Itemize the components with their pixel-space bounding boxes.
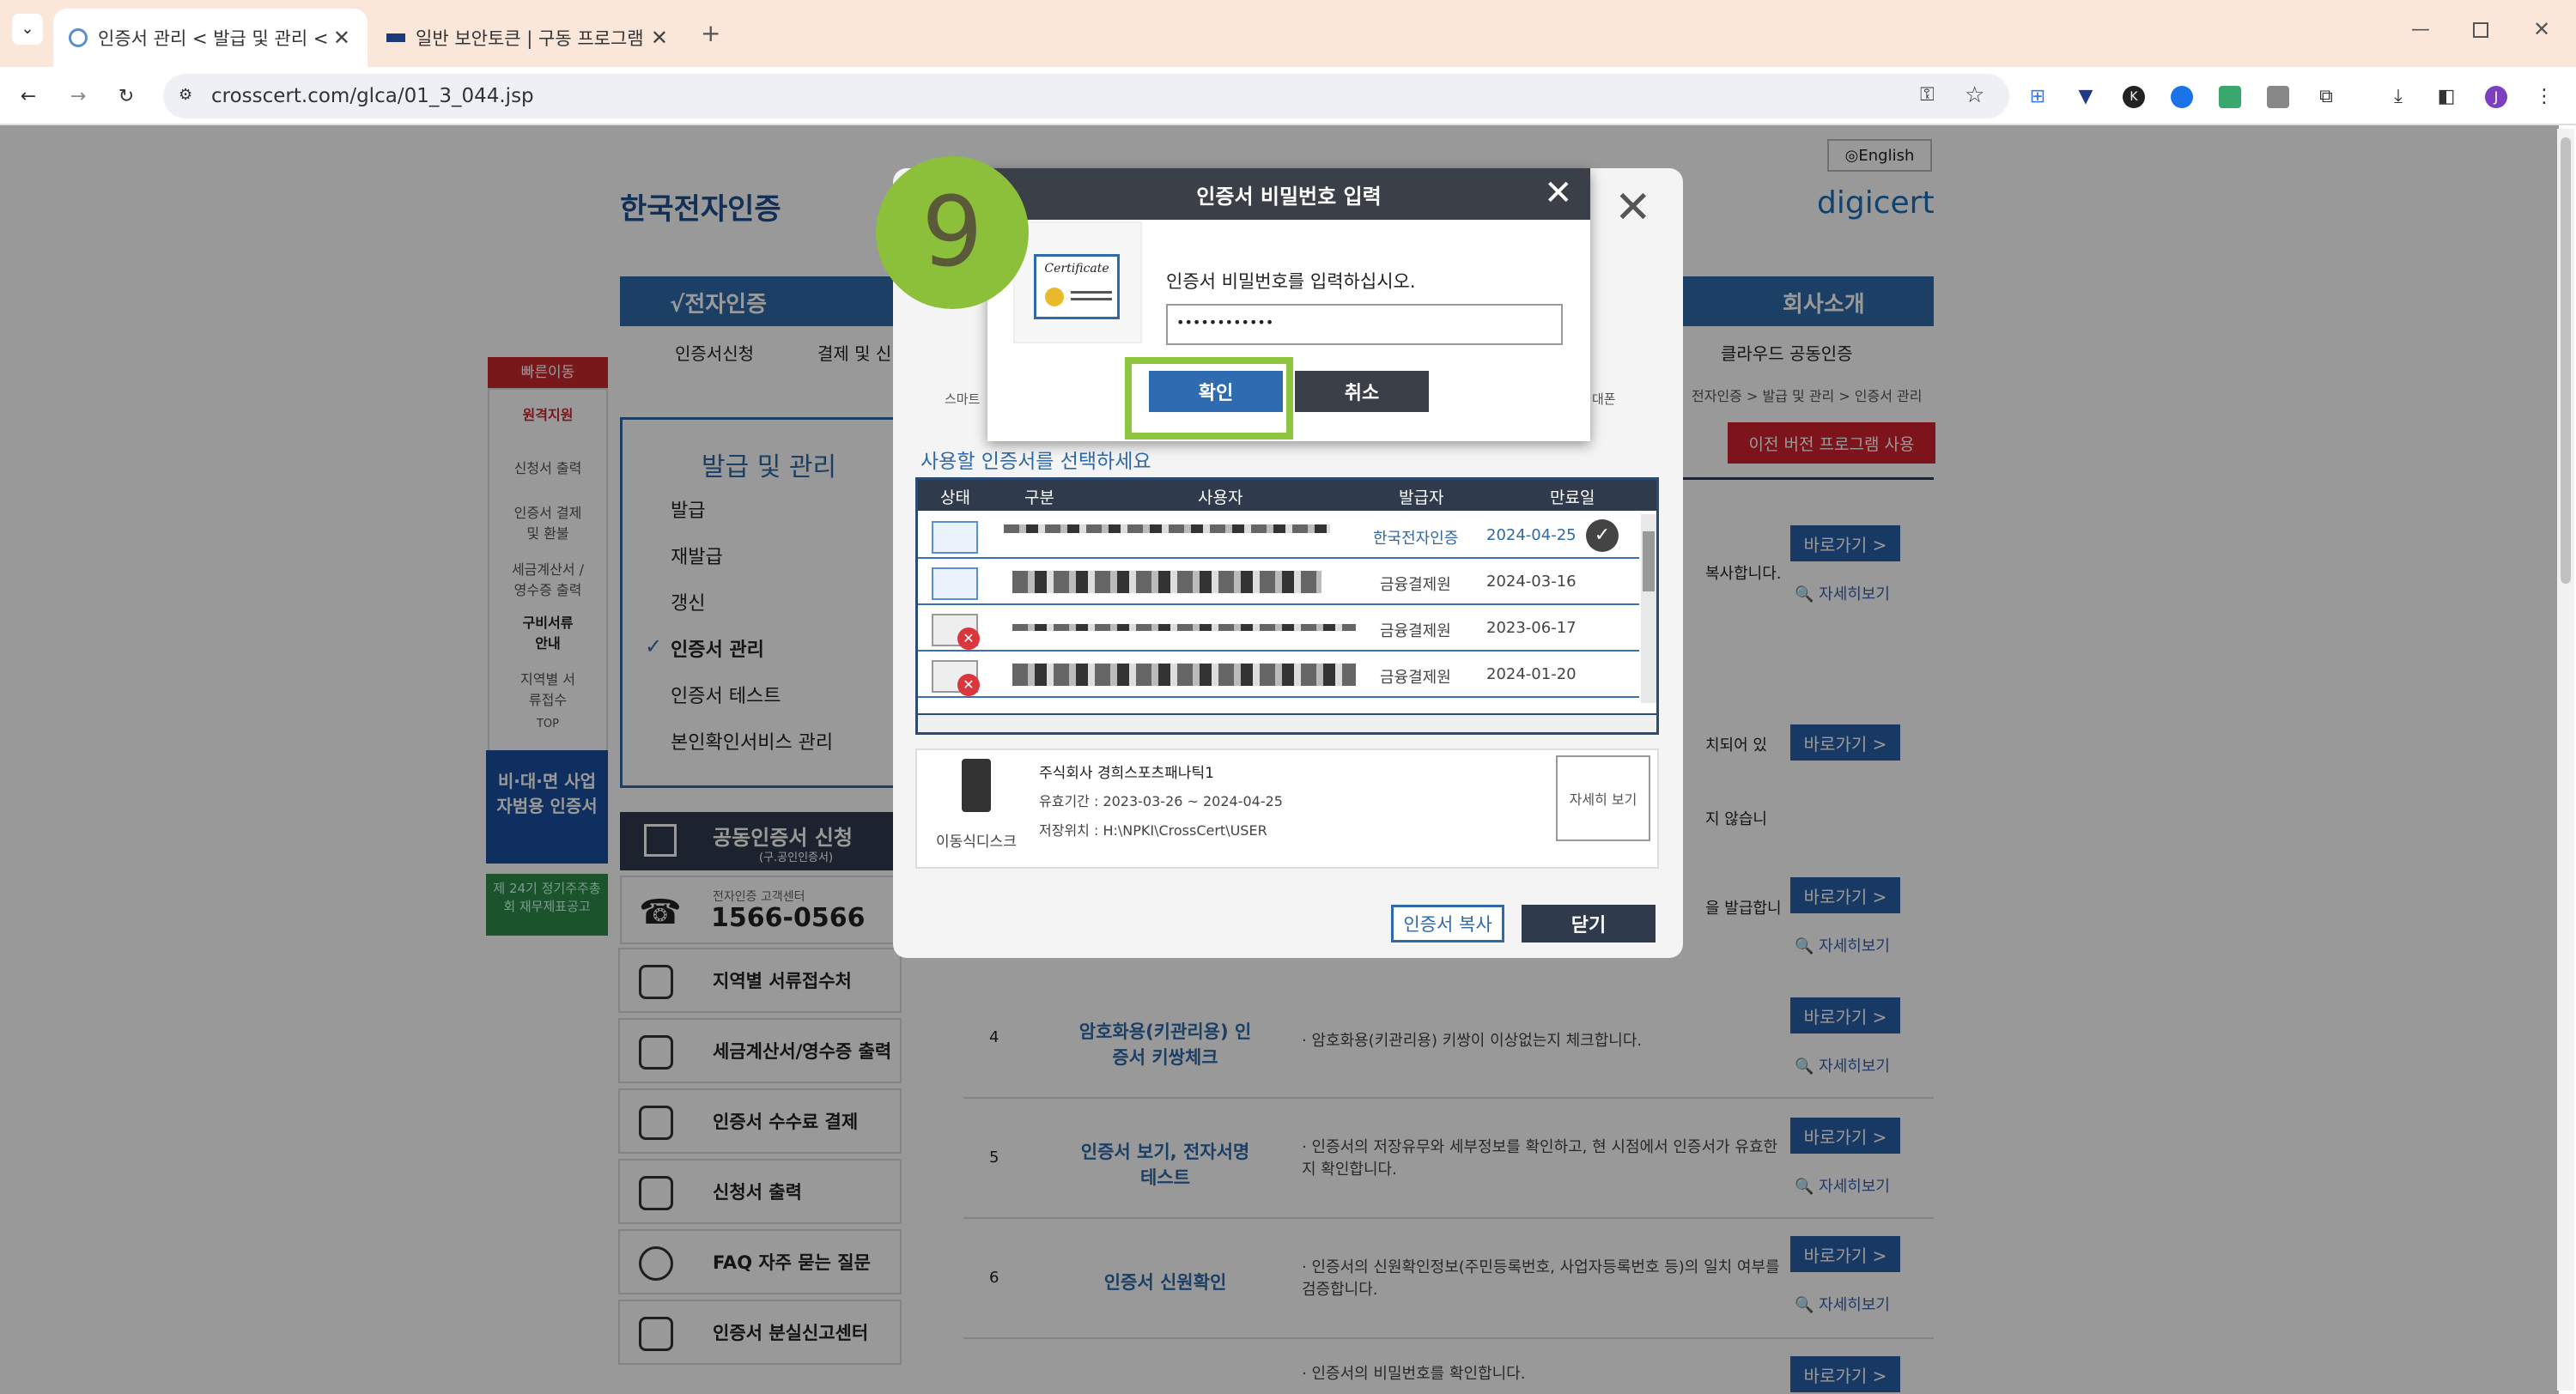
reload-icon[interactable]: ↻	[115, 86, 137, 108]
password-input[interactable]: ••••••••••••	[1166, 304, 1563, 345]
cancel-button[interactable]: 취소	[1295, 371, 1429, 412]
blurred-user	[1012, 571, 1321, 593]
cert-table: 상태 구분 사용자 발급자 만료일 한국전자인증 2024-04-25 ✓ 금융…	[915, 477, 1659, 735]
translate-icon[interactable]: ⊞	[2026, 86, 2049, 108]
minimize-icon[interactable]: —	[2411, 19, 2430, 40]
kisa-favicon-icon	[386, 33, 405, 42]
password-prompt: 인증서 비밀번호를 입력하십시오.	[1166, 271, 1416, 292]
cert-close-button[interactable]: 닫기	[1522, 905, 1656, 942]
blurred-user	[1004, 524, 1330, 533]
bookmark-star-icon[interactable]: ☆	[1965, 82, 1984, 108]
close-tab-icon[interactable]: ✕	[333, 26, 350, 50]
selected-check-icon: ✓	[1586, 519, 1619, 552]
menu-kebab-icon[interactable]: ⋮	[2533, 86, 2555, 108]
tab-active[interactable]: 인증서 관리 < 발급 및 관리 < ✕	[53, 9, 368, 67]
close-tab-icon[interactable]: ✕	[651, 26, 668, 50]
cert-row-expired[interactable]: ✕ 금융결제원 2024-01-20	[918, 653, 1639, 698]
restore-icon[interactable]	[2473, 22, 2488, 38]
tab-second[interactable]: 일반 보안토큰 | 구동 프로그램 ✕	[371, 9, 685, 67]
step-badge: 9	[876, 156, 1029, 309]
close-window-icon[interactable]: ✕	[2533, 17, 2550, 41]
download-icon[interactable]: ⤓	[2387, 86, 2409, 108]
cert-icon	[932, 567, 978, 600]
blurred-user	[1012, 664, 1356, 686]
cert-row-expired[interactable]: ✕ 금융결제원 2023-06-17	[918, 607, 1639, 652]
url-text: crosscert.com/glca/01_3_044.jsp	[211, 85, 534, 107]
tab-search-button[interactable]: ⌄	[12, 14, 43, 45]
scrollbar-thumb[interactable]	[1643, 531, 1655, 591]
expired-x-icon: ✕	[957, 674, 980, 696]
address-bar[interactable]: ⚙ crosscert.com/glca/01_3_044.jsp ⚿ ☆	[163, 74, 2009, 118]
cert-detail-box: 이동식디스크 주식회사 경희스포츠패나틱1 유효기간 : 2023-03-26 …	[915, 749, 1659, 869]
select-cert-title: 사용할 인증서를 선택하세요	[920, 451, 1151, 473]
scrollbar-thumb[interactable]	[2561, 137, 2571, 584]
forward-icon[interactable]: →	[67, 86, 89, 108]
smart-media-label: 스마트	[945, 391, 981, 407]
tab-strip: ⌄ 인증서 관리 < 발급 및 관리 < ✕ 일반 보안토큰 | 구동 프로그램…	[0, 0, 2576, 67]
usb-drive-icon	[962, 759, 991, 812]
page-scrollbar[interactable]	[2557, 129, 2574, 1391]
dialog-close-icon[interactable]: ✕	[1614, 182, 1652, 233]
cert-copy-button[interactable]: 인증서 복사	[1391, 905, 1504, 942]
site-info-icon[interactable]: ⚙	[179, 86, 199, 105]
cert-table-header: 상태 구분 사용자 발급자 만료일	[918, 480, 1656, 511]
expired-x-icon: ✕	[957, 627, 980, 650]
cert-table-hscroll[interactable]	[918, 713, 1656, 732]
profile-avatar[interactable]: J	[2485, 86, 2507, 108]
blurred-user	[1012, 624, 1356, 631]
crosscert-favicon-icon	[69, 28, 88, 47]
extension-k-icon[interactable]: K	[2123, 86, 2145, 108]
password-dialog-close-icon[interactable]: ✕	[1544, 173, 1573, 213]
cert-icon	[932, 521, 978, 554]
password-dialog-title: 인증서 비밀번호 입력	[987, 168, 1590, 220]
certificate-icon: Certificate	[1034, 254, 1120, 319]
extension-blue-icon[interactable]	[2171, 86, 2193, 108]
side-panel-icon[interactable]: ◧	[2435, 86, 2458, 108]
extension-gray-icon[interactable]	[2267, 86, 2289, 108]
cert-detail-view-button[interactable]: 자세히 보기	[1556, 755, 1650, 841]
key-icon[interactable]: ⚿	[1920, 84, 1935, 106]
cert-row-selected[interactable]: 한국전자인증 2024-04-25 ✓	[918, 514, 1639, 559]
cert-table-scrollbar[interactable]	[1641, 514, 1656, 703]
address-toolbar: ← → ↻ ⚙ crosscert.com/glca/01_3_044.jsp …	[0, 67, 2576, 125]
extension-green-icon[interactable]	[2219, 86, 2241, 108]
extensions-puzzle-icon[interactable]: ⧉	[2315, 86, 2337, 108]
extension-download-icon[interactable]: ▼	[2075, 86, 2097, 108]
cert-row[interactable]: 금융결제원 2024-03-16	[918, 561, 1639, 605]
phone-media-label: 대폰	[1592, 391, 1616, 407]
confirm-highlight-box	[1125, 357, 1293, 439]
certificate-image: Certificate	[1013, 221, 1142, 343]
back-icon[interactable]: ←	[17, 86, 39, 108]
new-tab-button[interactable]: +	[701, 19, 720, 47]
